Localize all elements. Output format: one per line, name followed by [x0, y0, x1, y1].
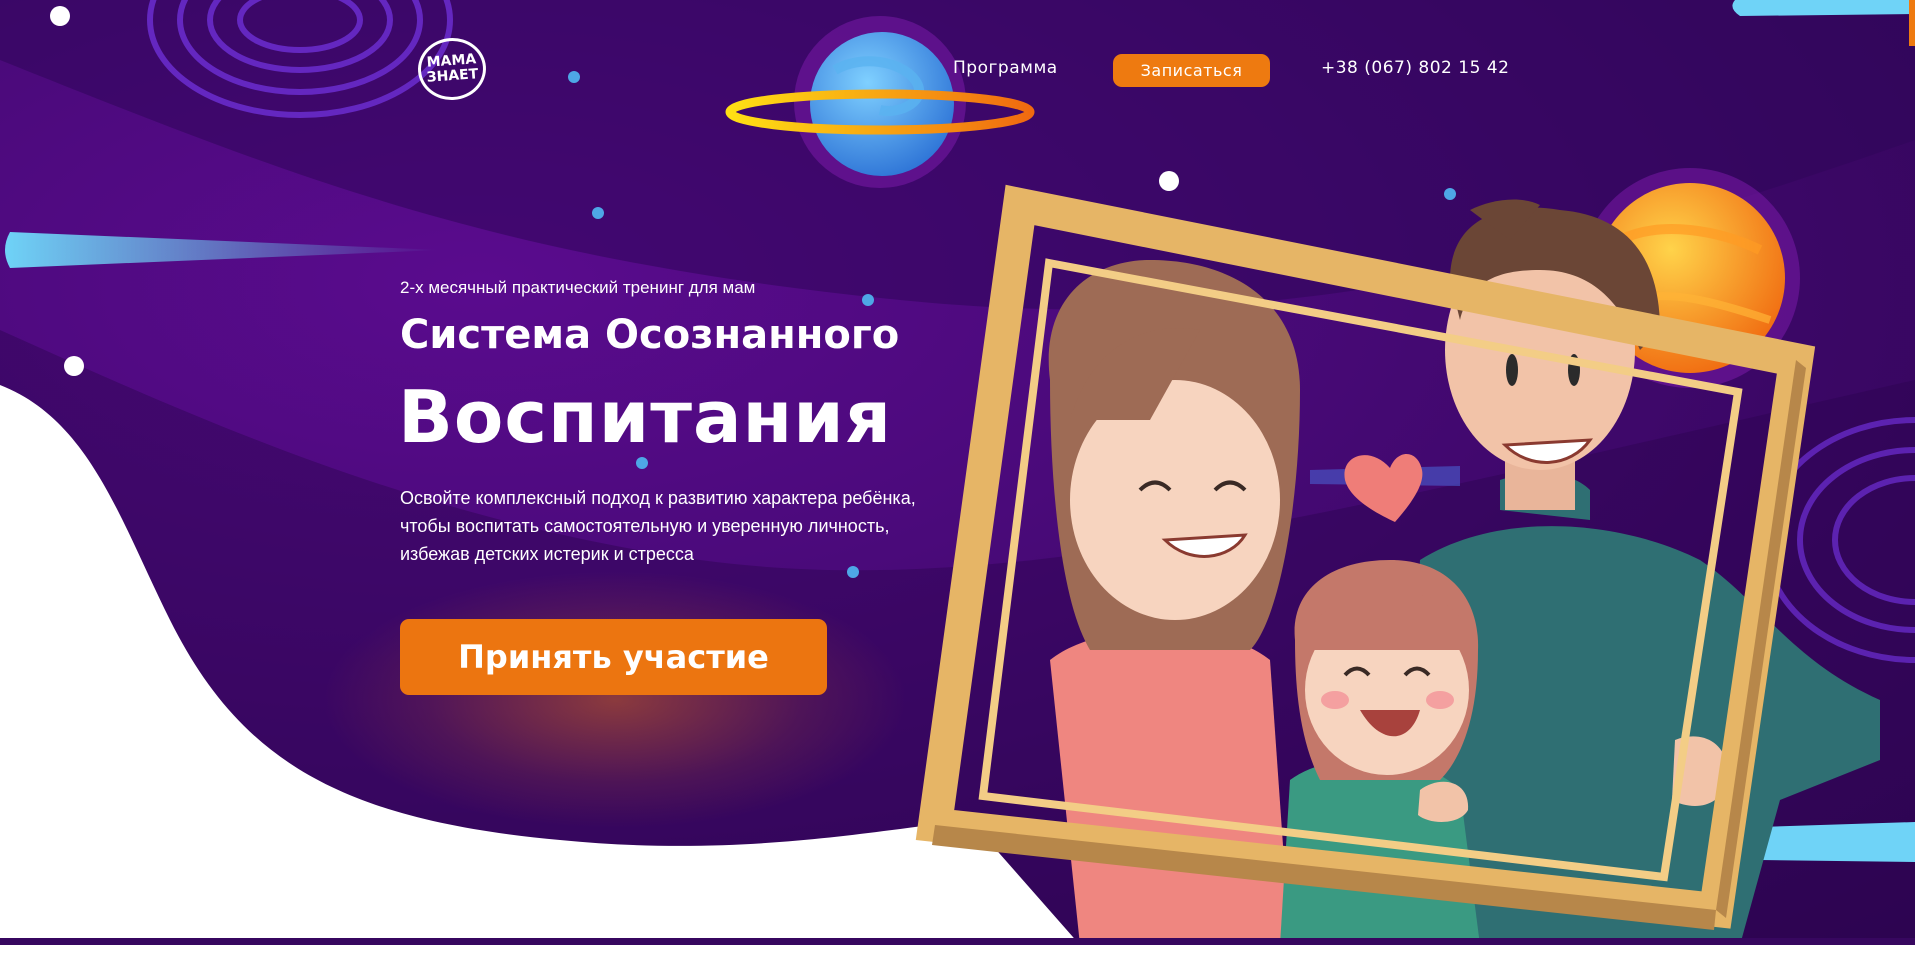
hero-description: Освойте комплексный подход к развитию ха… [400, 488, 916, 564]
logo-icon[interactable]: МАМА ЗНАЕТ [415, 35, 489, 103]
hero-title-line2: Воспитания [398, 375, 892, 459]
hero-title-line1: Система Осознанного [400, 312, 900, 358]
phone-link[interactable]: +38 (067) 802 15 42 [1321, 58, 1509, 78]
participate-button[interactable]: Принять участие [400, 619, 827, 695]
hero-subtitle: 2-х месячный практический тренинг для ма… [400, 278, 756, 297]
hero-section: МАМА ЗНАЕТ Программа Записаться +38 (067… [0, 0, 1915, 945]
site-header: МАМА ЗНАЕТ Программа Записаться +38 (067… [0, 0, 1915, 140]
signup-button[interactable]: Записаться [1113, 54, 1270, 87]
nav-program-link[interactable]: Программа [953, 58, 1058, 78]
hero-bottom-strip [0, 938, 1915, 945]
cta-glow [320, 570, 910, 830]
hero-illustration [0, 0, 1915, 945]
logo-line2: ЗНАЕТ [426, 66, 479, 86]
